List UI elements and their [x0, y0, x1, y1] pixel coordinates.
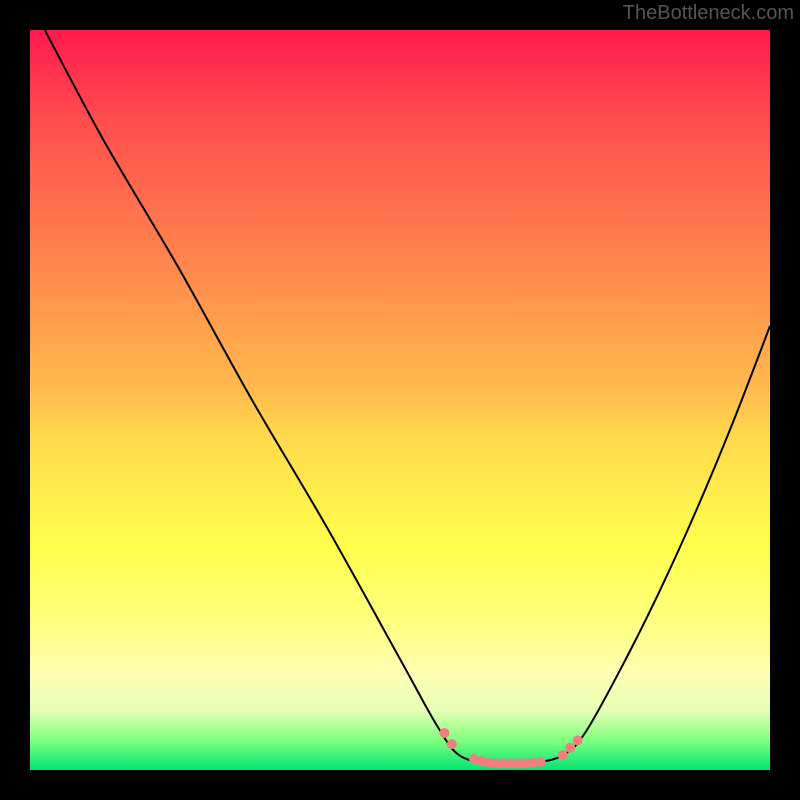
highlight-dot	[565, 743, 575, 753]
highlight-dot	[439, 728, 449, 738]
bottleneck-curve	[45, 30, 770, 764]
highlight-dot	[536, 757, 546, 767]
highlight-dot	[558, 750, 568, 760]
chart-svg	[0, 0, 800, 800]
watermark-text: TheBottleneck.com	[623, 2, 794, 25]
highlight-dot	[573, 735, 583, 745]
highlight-dot	[447, 739, 457, 749]
